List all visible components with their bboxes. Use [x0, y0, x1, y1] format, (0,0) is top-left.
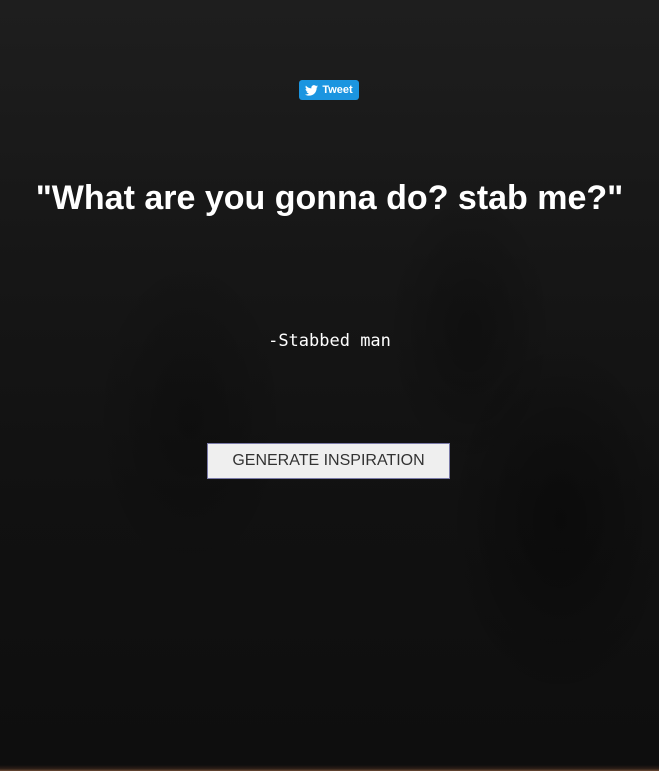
- generate-inspiration-button[interactable]: GENERATE INSPIRATION: [207, 443, 450, 479]
- twitter-bird-icon: [305, 84, 319, 96]
- quote-text: "What are you gonna do? stab me?": [35, 179, 624, 217]
- tweet-button-label: Tweet: [322, 84, 353, 96]
- page: { "tweet_button": { "label": "Tweet", "i…: [0, 0, 659, 771]
- bottom-edge-strip: [0, 765, 659, 771]
- quote-author: -Stabbed man: [268, 331, 391, 351]
- tweet-button[interactable]: Tweet: [299, 80, 359, 100]
